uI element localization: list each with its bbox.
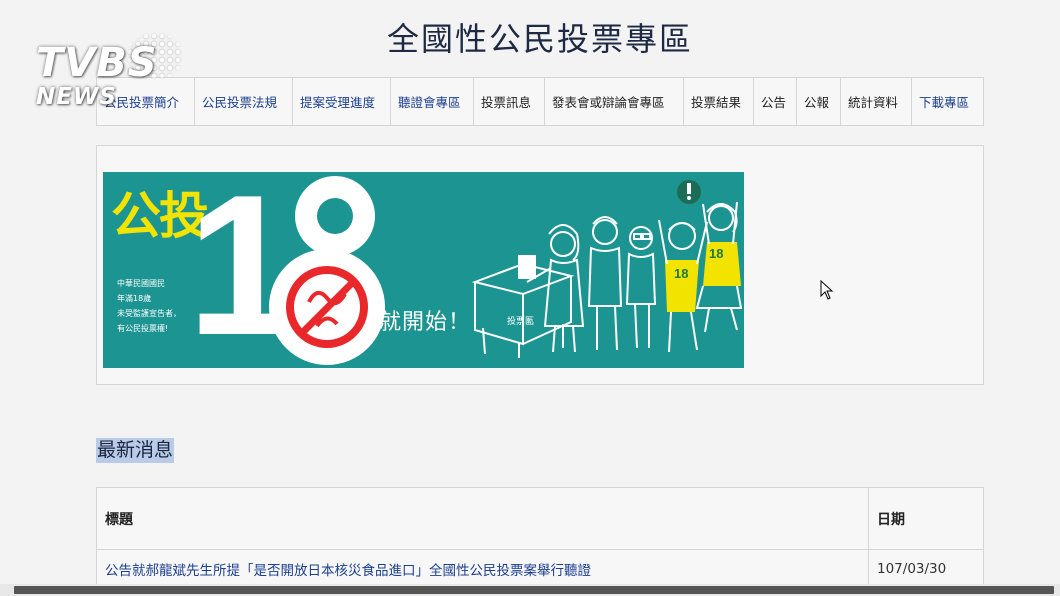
news-date: 107/03/30 bbox=[877, 561, 947, 577]
news-title-link[interactable]: 公告就郝龍斌先生所提「是否開放日本核災食品進口」全國性公民投票案舉行聽證 bbox=[97, 550, 869, 588]
nav-item-announcements[interactable]: 公告 bbox=[754, 78, 797, 125]
nav-item-statistics[interactable]: 統計資料 bbox=[841, 78, 912, 125]
main-nav: 公民投票簡介 公民投票法規 提案受理進度 聽證會專區 投票訊息 發表會或辯論會專… bbox=[96, 77, 984, 126]
eligibility-line: 中華民國國民 bbox=[117, 279, 165, 288]
boy-shirt-number: 18 bbox=[674, 266, 688, 281]
nav-item-voting-info[interactable]: 投票訊息 bbox=[474, 78, 545, 125]
nav-item-laws[interactable]: 公民投票法規 bbox=[195, 78, 293, 125]
eligibility-line: 年滿18歲 bbox=[117, 294, 152, 303]
watermark-tvbs: TVBS bbox=[36, 40, 158, 86]
elderly-voter-icon bbox=[625, 226, 657, 349]
cheering-boy-icon: 18 bbox=[658, 219, 708, 353]
eligibility-line: 有公民投票權! bbox=[117, 324, 169, 333]
nav-item-progress[interactable]: 提案受理進度 bbox=[293, 78, 391, 125]
cheering-girl-icon: 18 bbox=[695, 201, 743, 333]
table-header-row: 標題 日期 bbox=[97, 488, 983, 550]
column-header-date: 日期 bbox=[877, 511, 905, 528]
ballot-box-label: 投票匭 bbox=[507, 315, 534, 327]
no-vote-icon bbox=[286, 266, 368, 348]
column-header-title: 標題 bbox=[97, 488, 869, 549]
banner-illustration: 投票匭 18 18 bbox=[269, 176, 743, 365]
nav-item-results[interactable]: 投票結果 bbox=[684, 78, 754, 125]
referendum-banner[interactable]: 公投 1 投票匭 18 18 中華民國國民 年滿18歲 未受監護宣告者， 有公民… bbox=[103, 172, 744, 368]
eligibility-line: 未受監護宣告者， bbox=[117, 309, 181, 318]
nav-item-debates[interactable]: 發表會或辯論會專區 bbox=[545, 78, 684, 125]
watermark-news: NEWS bbox=[36, 84, 117, 110]
eligibility-text: 中華民國國民 年滿18歲 未受監護宣告者， 有公民投票權! bbox=[117, 276, 217, 336]
horizontal-scrollbar[interactable] bbox=[0, 584, 1060, 596]
banner-tagline: 就開始！ bbox=[379, 310, 472, 335]
exclamation-bubble-icon bbox=[677, 180, 701, 204]
girl-shirt-number: 18 bbox=[709, 246, 723, 261]
news-heading: 最新消息 bbox=[96, 438, 175, 463]
scrollbar-thumb[interactable] bbox=[14, 586, 1054, 594]
nav-item-gazette[interactable]: 公報 bbox=[797, 78, 841, 125]
nav-item-hearings[interactable]: 聽證會專區 bbox=[391, 78, 474, 125]
eight-upper-hole bbox=[317, 198, 353, 234]
tvbs-news-watermark: TVBS NEWS bbox=[30, 32, 190, 112]
mouse-cursor-icon bbox=[820, 280, 834, 300]
news-table: 標題 日期 公告就郝龍斌先生所提「是否開放日本核災食品進口」全國性公民投票案舉行… bbox=[96, 487, 984, 588]
nav-item-downloads[interactable]: 下載專區 bbox=[912, 78, 983, 125]
ballot-box-icon bbox=[471, 255, 575, 358]
man-voter-icon bbox=[587, 216, 623, 351]
table-row: 公告就郝龍斌先生所提「是否開放日本核災食品進口」全國性公民投票案舉行聽證 107… bbox=[97, 550, 983, 588]
